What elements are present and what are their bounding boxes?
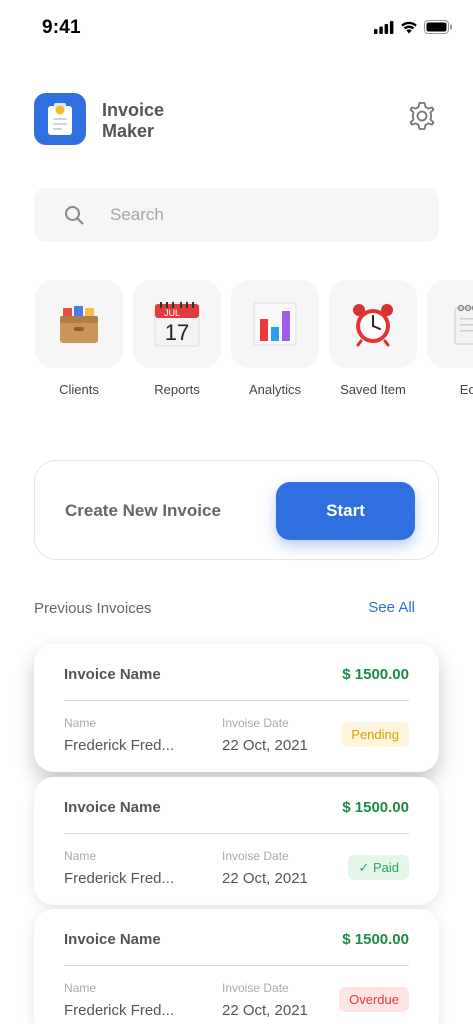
quick-action-label: Clients: [59, 382, 99, 397]
quick-action-edit[interactable]: Edit: [426, 280, 473, 397]
app-logo: [34, 93, 86, 145]
settings-button[interactable]: [405, 99, 439, 133]
calendar-day: 17: [165, 320, 189, 345]
invoice-card[interactable]: Invoice Name $ 1500.00 Name Frederick Fr…: [34, 909, 439, 1024]
status-bar: 9:41: [0, 0, 473, 56]
quick-tile[interactable]: [427, 280, 473, 368]
battery-icon: [424, 20, 452, 34]
bar-chart-icon: [253, 302, 297, 346]
quick-tile[interactable]: [231, 280, 319, 368]
quick-action-saved-item[interactable]: Saved Item: [328, 280, 418, 397]
invoice-date-label: Invoise Date: [222, 981, 289, 995]
client-name-label: Name: [64, 849, 97, 863]
divider: [64, 833, 409, 834]
client-name-label: Name: [64, 716, 97, 730]
quick-actions: Clients JUL 17 Reports Analytics Saved I…: [34, 280, 473, 410]
invoice-name: Invoice Name: [64, 931, 161, 948]
quick-action-label: Saved Item: [340, 382, 406, 397]
invoice-date: 22 Oct, 2021: [222, 737, 308, 754]
quick-action-label: Analytics: [248, 382, 302, 397]
app-title: Invoice Maker: [102, 100, 165, 141]
wifi-icon: [401, 21, 417, 33]
notepad-icon: [454, 304, 473, 345]
invoice-amount: $ 1500.00: [342, 666, 409, 683]
quick-tile[interactable]: [329, 280, 417, 368]
quick-action-label: Reports: [154, 382, 200, 397]
client-name: Frederick Fred...: [64, 1002, 175, 1019]
client-name: Frederick Fred...: [64, 737, 175, 754]
divider: [64, 965, 409, 966]
search-input[interactable]: [110, 188, 410, 242]
status-badge: Pending: [341, 722, 409, 747]
status-icons: [374, 20, 453, 34]
alarm-clock-icon: [353, 304, 393, 347]
quick-action-reports[interactable]: JUL 17 Reports: [132, 280, 222, 397]
status-badge: ✓ Paid: [348, 855, 409, 880]
quick-tile[interactable]: JUL 17: [133, 280, 221, 368]
quick-action-clients[interactable]: Clients: [34, 280, 124, 397]
clipboard-icon: [48, 103, 72, 135]
previous-invoices-title: Previous Invoices: [34, 600, 152, 617]
invoice-date-label: Invoise Date: [222, 716, 289, 730]
invoice-card[interactable]: Invoice Name $ 1500.00 Name Frederick Fr…: [34, 644, 439, 772]
start-button[interactable]: Start: [276, 482, 415, 540]
invoice-name: Invoice Name: [64, 799, 161, 816]
quick-action-label: Edit: [459, 382, 473, 397]
create-invoice-label: Create New Invoice: [65, 501, 221, 520]
see-all-link[interactable]: See All: [368, 599, 415, 616]
client-name-label: Name: [64, 981, 97, 995]
card-box-icon: [60, 306, 98, 343]
invoice-name: Invoice Name: [64, 666, 161, 683]
invoice-amount: $ 1500.00: [342, 799, 409, 816]
invoice-date-label: Invoise Date: [222, 849, 289, 863]
invoice-date: 22 Oct, 2021: [222, 1002, 308, 1019]
quick-tile[interactable]: [35, 280, 123, 368]
app-header: Invoice Maker: [34, 93, 439, 147]
search-icon: [65, 206, 84, 225]
status-badge: Overdue: [339, 987, 409, 1012]
create-invoice-card: Create New Invoice Start: [34, 460, 439, 560]
status-time: 9:41: [42, 17, 81, 38]
divider: [64, 700, 409, 701]
previous-invoices-header: Previous Invoices See All: [34, 598, 415, 620]
calendar-icon: JUL 17: [154, 302, 200, 347]
search-bar[interactable]: [34, 188, 439, 242]
signal-icon: [374, 20, 394, 34]
calendar-month: JUL: [164, 308, 180, 318]
invoice-amount: $ 1500.00: [342, 931, 409, 948]
invoice-date: 22 Oct, 2021: [222, 870, 308, 887]
quick-action-analytics[interactable]: Analytics: [230, 280, 320, 397]
client-name: Frederick Fred...: [64, 870, 175, 887]
invoice-card[interactable]: Invoice Name $ 1500.00 Name Frederick Fr…: [34, 777, 439, 905]
gear-icon: [409, 102, 435, 130]
